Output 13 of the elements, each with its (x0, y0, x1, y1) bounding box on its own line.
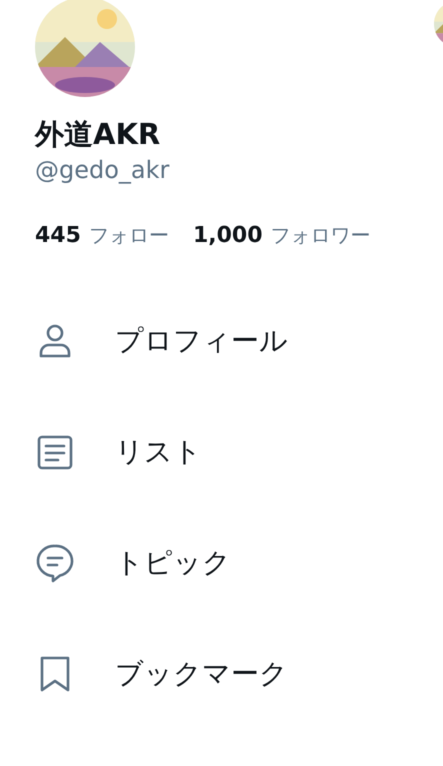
stat-count: 445 (35, 222, 81, 250)
menu-item[interactable]: リスト (115, 430, 202, 473)
stat-label: フォロワー (270, 222, 371, 249)
menu-item[interactable]: プロフィール (115, 320, 288, 362)
menu-item[interactable]: ブックマーク (115, 652, 288, 695)
menu-item[interactable]: トピック (115, 542, 231, 584)
stat-link[interactable]: 1,000 フォロワー (192, 218, 371, 252)
stat-count: 1,000 (192, 222, 263, 250)
username: @gedo_akr (35, 156, 170, 185)
stat-link[interactable]: 445 フォロー (35, 218, 169, 252)
stat-label: フォロー (88, 222, 169, 249)
speech-bubble-icon (35, 542, 75, 583)
display-name: 外道AKR (35, 117, 162, 152)
